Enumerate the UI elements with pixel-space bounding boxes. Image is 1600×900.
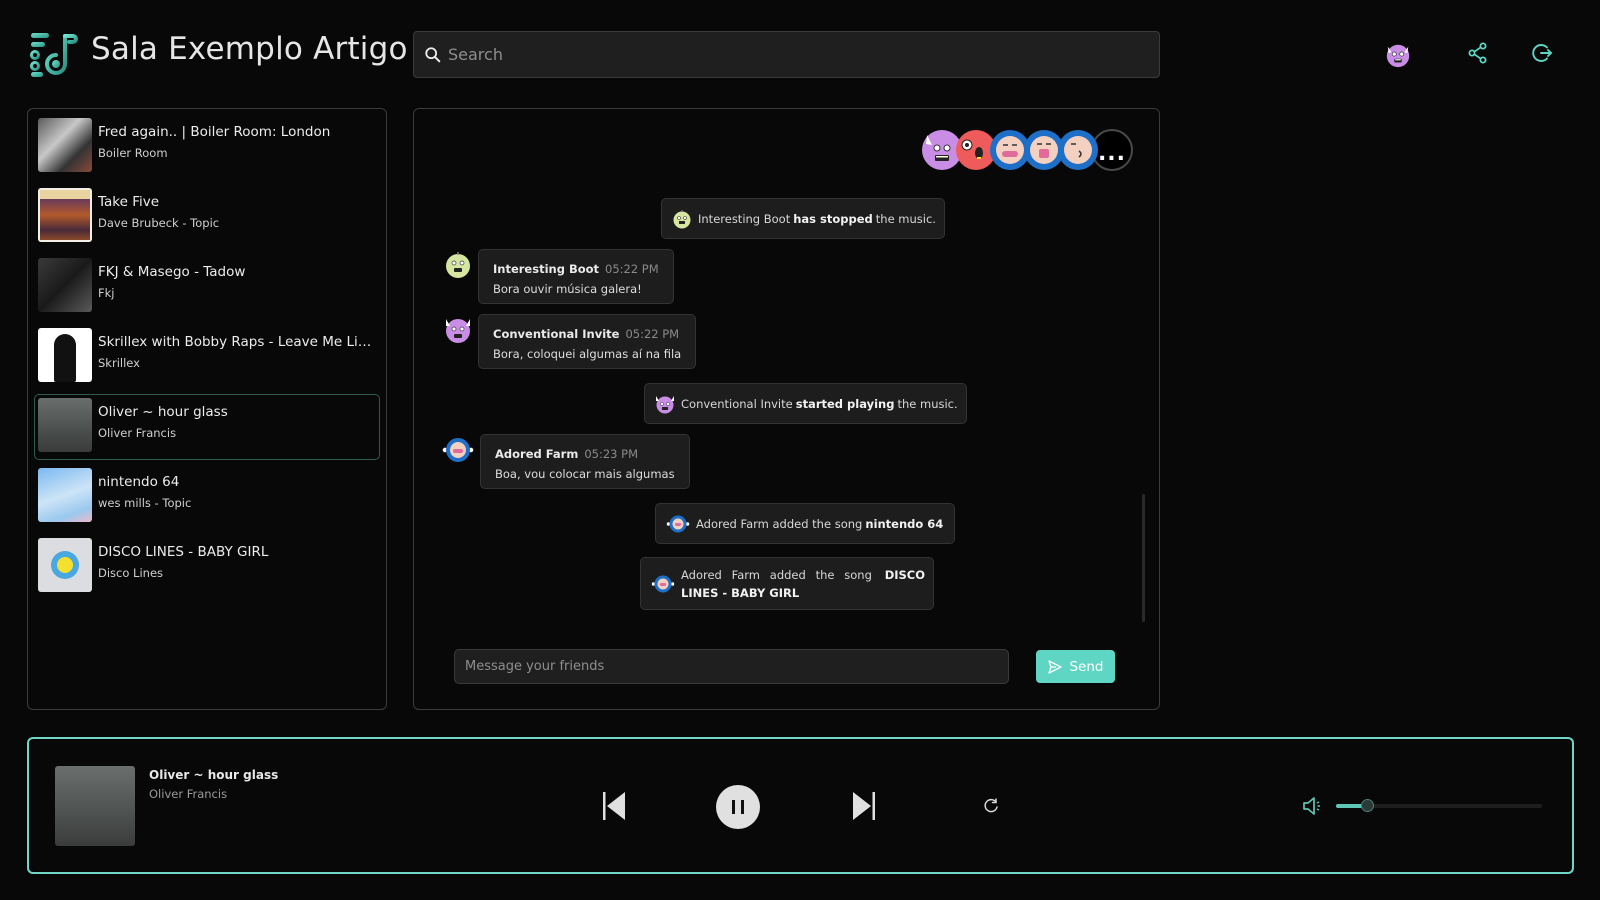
system-message: Interesting Boot has stopped the music. — [661, 198, 945, 239]
adored-farm-avatar — [442, 438, 474, 462]
system-user: Adored Farm — [681, 567, 760, 582]
search-input[interactable] — [448, 45, 1128, 64]
volume-icon[interactable] — [1302, 796, 1324, 816]
adored-farm-avatar — [651, 575, 675, 592]
queue-item[interactable]: Take Five Dave Brubeck - Topic — [34, 184, 380, 250]
song-title: DISCO LINES - BABY GIRL — [98, 544, 269, 560]
interesting-boot-avatar — [446, 252, 470, 278]
song-thumbnail — [38, 468, 92, 522]
next-button[interactable] — [851, 790, 877, 822]
song-title: Take Five — [98, 194, 160, 210]
queue-item[interactable]: Fred again.. | Boiler Room: London Boiler… — [34, 114, 380, 180]
song-thumbnail — [38, 258, 92, 312]
participant-avatar[interactable] — [1057, 129, 1099, 171]
message-author: Interesting Boot — [493, 262, 600, 276]
share-icon[interactable] — [1466, 41, 1490, 65]
user-avatar[interactable] — [1384, 41, 1412, 69]
song-thumbnail — [38, 328, 92, 382]
song-artist: Dave Brubeck - Topic — [98, 216, 220, 230]
volume-thumb[interactable] — [1360, 799, 1374, 812]
system-song: nintendo 64 — [865, 516, 944, 531]
repeat-button[interactable] — [982, 797, 1000, 815]
system-suffix: the music. — [897, 396, 958, 411]
song-artist: Skrillex — [98, 356, 140, 370]
song-artist: Disco Lines — [98, 566, 164, 580]
message-time: 05:22 PM — [605, 262, 659, 276]
send-icon — [1048, 659, 1063, 674]
message-text: Bora, coloquei algumas aí na fila — [493, 347, 682, 361]
participants-list: ... — [921, 129, 1133, 171]
search-bar[interactable] — [413, 31, 1160, 78]
song-thumbnail — [38, 538, 92, 592]
song-artist: Boiler Room — [98, 146, 168, 160]
volume-slider[interactable] — [1336, 799, 1542, 812]
message-input[interactable] — [454, 649, 1009, 684]
system-user: Adored Farm — [696, 516, 769, 531]
chat-scrollbar[interactable] — [1142, 494, 1145, 622]
pause-button[interactable] — [716, 785, 760, 829]
song-title: Oliver ~ hour glass — [98, 404, 228, 420]
chat-panel: ... Interesting Boot has stopped the mus… — [413, 108, 1160, 710]
send-label: Send — [1069, 658, 1104, 675]
conventional-invite-avatar — [656, 395, 674, 413]
song-queue: Fred again.. | Boiler Room: London Boiler… — [27, 108, 387, 710]
system-prefix: added the song — [772, 516, 863, 531]
chat-message: Adored Farm 05:23 PM Boa, vou colocar mai… — [442, 434, 690, 489]
now-playing-title: Oliver ~ hour glass — [149, 768, 279, 782]
song-title: Fred again.. | Boiler Room: London — [98, 124, 331, 140]
system-suffix: the music. — [875, 211, 936, 226]
message-text: Boa, vou colocar mais algumas — [495, 467, 675, 481]
message-time: 05:22 PM — [625, 327, 680, 341]
song-thumbnail — [38, 398, 92, 452]
song-thumbnail — [38, 118, 92, 172]
song-artist: Oliver Francis — [98, 426, 177, 440]
system-message: Conventional Invite started playing the … — [644, 383, 967, 424]
message-author: Adored Farm — [495, 447, 579, 461]
send-button[interactable]: Send — [1036, 650, 1115, 683]
player-bar: Oliver ~ hour glass Oliver Francis — [27, 737, 1574, 874]
app-logo — [30, 33, 78, 77]
message-bubble: Adored Farm 05:23 PM Boa, vou colocar mai… — [480, 434, 690, 489]
queue-item[interactable]: FKJ & Masego - Tadow Fkj — [34, 254, 380, 320]
queue-item[interactable]: Skrillex with Bobby Raps - Leave Me Like… — [34, 324, 380, 390]
system-prefix: added the song — [769, 567, 872, 582]
song-title: Skrillex with Bobby Raps - Leave Me Like… — [98, 334, 376, 350]
room-title: Sala Exemplo Artigo — [91, 31, 408, 67]
system-message: Adored Farm added the song DISCO LINES -… — [640, 557, 934, 610]
now-playing-artist: Oliver Francis — [149, 787, 228, 801]
message-time: 05:23 PM — [584, 447, 638, 461]
now-playing-thumbnail — [55, 766, 135, 846]
chat-message: Conventional Invite 05:22 PM Bora, coloqu… — [444, 314, 697, 369]
song-artist: Fkj — [98, 286, 115, 300]
queue-item-active[interactable]: Oliver ~ hour glass Oliver Francis — [34, 394, 380, 460]
logout-icon[interactable] — [1530, 41, 1554, 65]
song-thumbnail — [38, 188, 92, 242]
message-author: Conventional Invite — [493, 327, 620, 341]
queue-item[interactable]: nintendo 64 wes mills - Topic — [34, 464, 380, 530]
system-action: started playing — [795, 396, 895, 411]
conventional-invite-avatar — [446, 319, 470, 343]
message-text: Bora ouvir música galera! — [493, 282, 642, 296]
message-bubble: Interesting Boot 05:22 PM Bora ouvir músi… — [478, 249, 674, 304]
adored-farm-avatar — [666, 515, 690, 532]
interesting-boot-avatar — [673, 209, 691, 228]
system-user: Interesting Boot — [698, 211, 791, 226]
message-bubble: Conventional Invite 05:22 PM Bora, coloqu… — [478, 314, 697, 369]
search-icon — [425, 46, 441, 62]
chat-message: Interesting Boot 05:22 PM Bora ouvir músi… — [444, 249, 674, 304]
song-title: FKJ & Masego - Tadow — [98, 264, 246, 280]
queue-item[interactable]: DISCO LINES - BABY GIRL Disco Lines — [34, 534, 380, 600]
song-title: nintendo 64 — [98, 474, 180, 490]
system-message: Adored Farm added the song nintendo 64 — [655, 503, 956, 544]
system-user: Conventional Invite — [681, 396, 793, 411]
song-artist: wes mills - Topic — [98, 496, 192, 510]
previous-button[interactable] — [601, 790, 627, 822]
system-action: has stopped — [793, 211, 873, 226]
